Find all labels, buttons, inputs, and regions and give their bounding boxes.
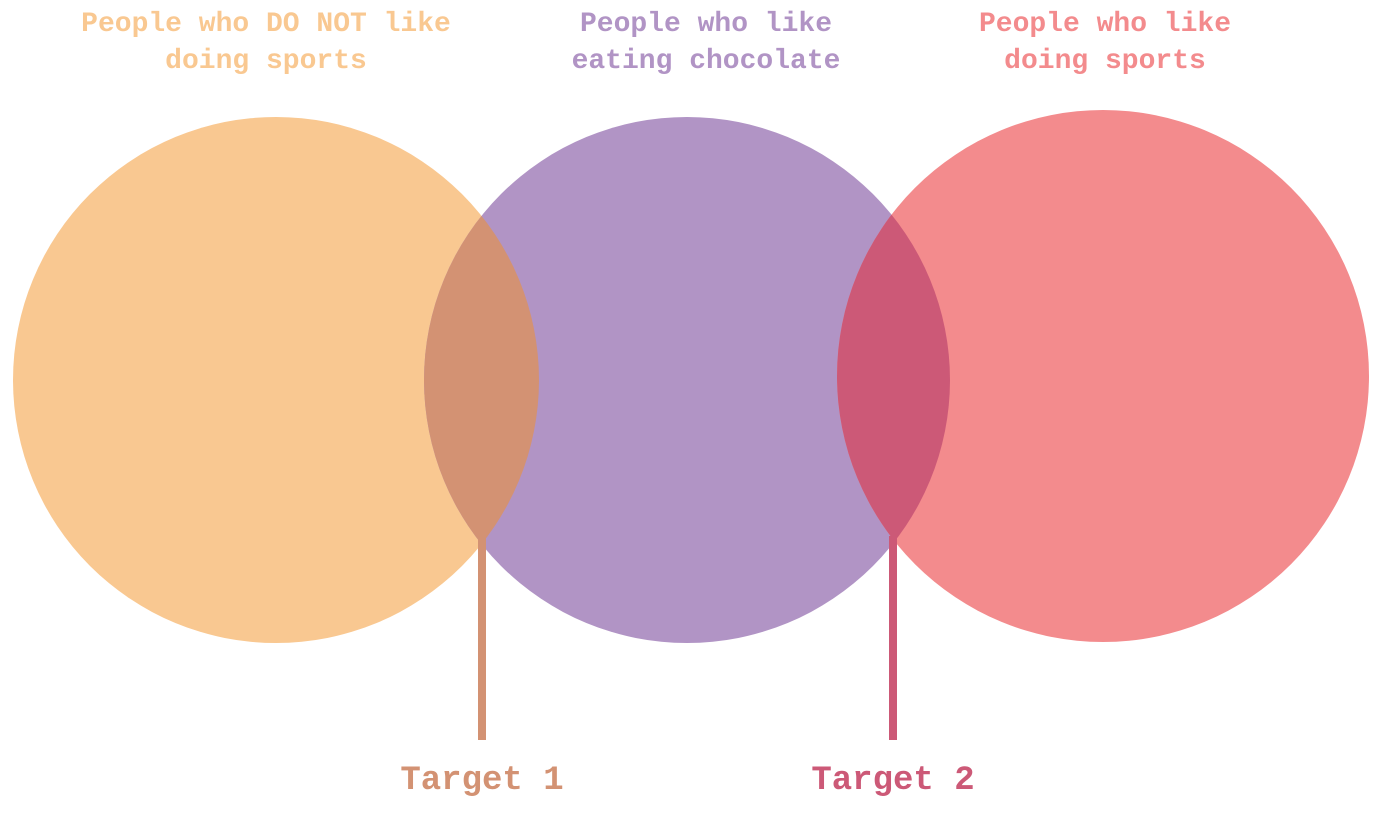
label-line: People who DO NOT like — [81, 9, 451, 40]
label-line: eating chocolate — [571, 46, 841, 77]
label-line: People who like — [978, 9, 1232, 40]
target-1-pointer — [478, 536, 486, 740]
venn-diagram — [13, 110, 1369, 740]
label-like-sports: People who like doing sports — [885, 6, 1325, 80]
label-like-chocolate: People who like eating chocolate — [486, 6, 926, 80]
label-line: doing sports — [165, 46, 367, 77]
target-1-label: Target 1 — [400, 762, 564, 800]
label-line: People who like — [579, 9, 833, 40]
target-2-label: Target 2 — [811, 762, 975, 800]
label-not-like-sports: People who DO NOT like doing sports — [46, 6, 486, 80]
label-line: doing sports — [1004, 46, 1206, 77]
target-2-pointer — [889, 536, 897, 740]
